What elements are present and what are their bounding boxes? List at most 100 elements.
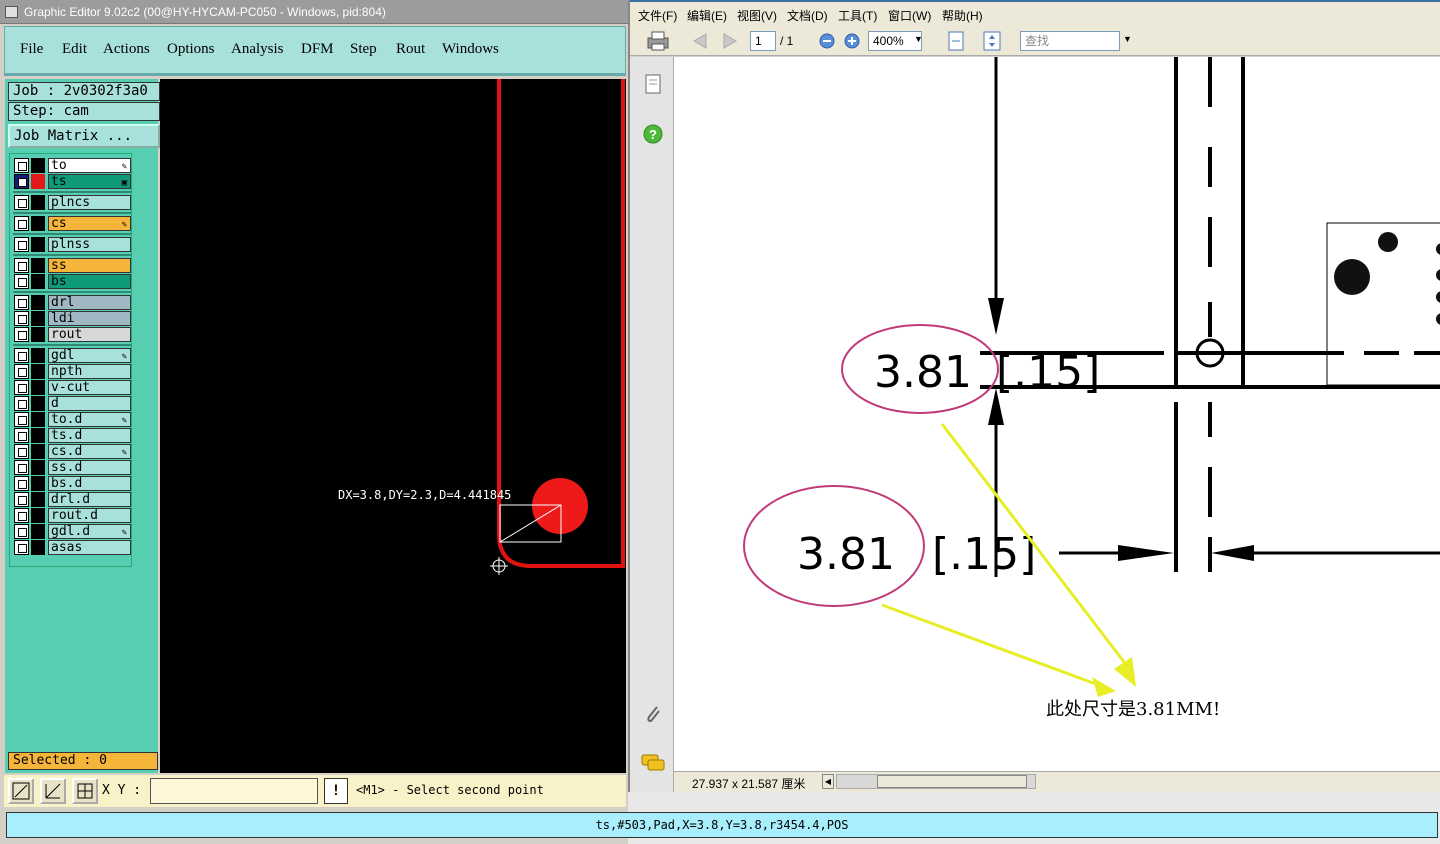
menu-options[interactable]: Options (167, 41, 215, 58)
xy-input[interactable] (150, 778, 318, 804)
pdf-menu-window[interactable]: 窗口(W) (888, 7, 931, 24)
layer-name[interactable]: npth (48, 364, 131, 379)
layer-name[interactable]: to ✎ (48, 158, 131, 173)
pages-icon[interactable] (644, 73, 662, 95)
layer-checkbox[interactable] (14, 274, 29, 289)
pdf-page-view[interactable]: 3.81 [.15] 3.81 [.15] 此处尺寸是3.81MM! (674, 57, 1440, 771)
layer-name[interactable]: cs ✎ (48, 216, 131, 231)
layer-name[interactable]: drl (48, 295, 131, 310)
layer-checkbox[interactable] (14, 195, 29, 210)
exclaim-button[interactable]: ! (324, 778, 348, 804)
layer-row-ts.d[interactable]: ts.d (13, 428, 131, 443)
job-matrix-button[interactable]: Job Matrix ... (8, 124, 160, 148)
layer-checkbox[interactable] (14, 380, 29, 395)
layer-name[interactable]: ldi (48, 311, 131, 326)
layer-checkbox[interactable] (14, 444, 29, 459)
layer-name[interactable]: d (48, 396, 131, 411)
layer-name[interactable]: cs.d ✎ (48, 444, 131, 459)
layer-checkbox[interactable] (14, 412, 29, 427)
scroll-left-icon[interactable]: ◀ (822, 774, 834, 789)
layer-name[interactable]: ts ▣ (48, 174, 131, 189)
layer-name[interactable]: to.d ✎ (48, 412, 131, 427)
grid-tool-button[interactable] (72, 778, 98, 804)
layer-name[interactable]: ts.d (48, 428, 131, 443)
layer-row-plncs[interactable]: plncs (13, 195, 131, 210)
layer-checkbox[interactable] (14, 396, 29, 411)
layer-checkbox[interactable] (14, 327, 29, 342)
layer-row-drl[interactable]: drl (13, 295, 131, 310)
layer-name[interactable]: plncs (48, 195, 131, 210)
layer-checkbox[interactable] (14, 508, 29, 523)
menu-actions[interactable]: Actions (103, 41, 150, 58)
layer-name[interactable]: ss.d (48, 460, 131, 475)
pdf-menu-tools[interactable]: 工具(T) (838, 7, 877, 24)
pdf-menu-file[interactable]: 文件(F) (638, 7, 677, 24)
layer-name[interactable]: ss (48, 258, 131, 273)
layer-checkbox[interactable] (14, 295, 29, 310)
layer-row-d[interactable]: d (13, 396, 131, 411)
layer-row-to.d[interactable]: to.d ✎ (13, 412, 131, 427)
layer-row-v-cut[interactable]: v-cut (13, 380, 131, 395)
layer-row-gdl.d[interactable]: gdl.d ✎ (13, 524, 131, 539)
layer-row-ss.d[interactable]: ss.d (13, 460, 131, 475)
layer-checkbox[interactable] (14, 492, 29, 507)
search-input[interactable]: 查找 (1020, 31, 1120, 51)
comments-icon[interactable] (640, 751, 666, 773)
menu-dfm[interactable]: DFM (301, 41, 334, 58)
layer-checkbox[interactable] (14, 476, 29, 491)
layer-name[interactable]: drl.d (48, 492, 131, 507)
layer-name[interactable]: bs (48, 274, 131, 289)
prev-page-icon[interactable] (688, 31, 710, 51)
zoom-out-icon[interactable] (818, 32, 836, 50)
layer-checkbox[interactable] (14, 460, 29, 475)
zoom-dropdown-icon[interactable]: ▼ (914, 34, 923, 44)
attachment-icon[interactable] (642, 701, 664, 725)
menu-rout[interactable]: Rout (396, 41, 425, 58)
pdf-menu-edit[interactable]: 编辑(E) (687, 7, 727, 24)
graphic-canvas[interactable]: DX=3.8,DY=2.3,D=4.441845 (160, 79, 626, 773)
menu-file[interactable]: File (20, 41, 43, 58)
snap-tool-button[interactable] (8, 778, 34, 804)
layer-row-bs.d[interactable]: bs.d (13, 476, 131, 491)
measure-tool-button[interactable] (40, 778, 66, 804)
layer-row-gdl[interactable]: gdl ✎ (13, 348, 131, 363)
layer-checkbox[interactable] (14, 364, 29, 379)
layer-name[interactable]: gdl ✎ (48, 348, 131, 363)
layer-row-cs[interactable]: cs ✎ (13, 216, 131, 231)
pdf-menu-document[interactable]: 文档(D) (787, 7, 828, 24)
menu-analysis[interactable]: Analysis (231, 41, 284, 58)
layer-row-npth[interactable]: npth (13, 364, 131, 379)
layer-row-drl.d[interactable]: drl.d (13, 492, 131, 507)
layer-name[interactable]: v-cut (48, 380, 131, 395)
layer-row-plnss[interactable]: plnss (13, 237, 131, 252)
menu-windows[interactable]: Windows (442, 41, 499, 58)
layer-row-ldi[interactable]: ldi (13, 311, 131, 326)
layer-row-to[interactable]: to ✎ (13, 158, 131, 173)
fit-page-icon[interactable] (946, 30, 966, 52)
layer-row-cs.d[interactable]: cs.d ✎ (13, 444, 131, 459)
menu-edit[interactable]: Edit (62, 41, 87, 58)
layer-checkbox[interactable] (14, 540, 29, 555)
fit-width-icon[interactable] (982, 30, 1002, 52)
layer-row-asas[interactable]: asas (13, 540, 131, 555)
zoom-in-icon[interactable] (843, 32, 861, 50)
pdf-menu-help[interactable]: 帮助(H) (942, 7, 983, 24)
layer-name[interactable]: rout.d (48, 508, 131, 523)
horizontal-scrollbar[interactable] (836, 774, 1036, 789)
pdf-menu-view[interactable]: 视图(V) (737, 7, 777, 24)
layer-checkbox[interactable] (14, 158, 29, 173)
page-number-input[interactable]: 1 (750, 31, 776, 51)
layer-row-ss[interactable]: ss (13, 258, 131, 273)
layer-row-ts[interactable]: ts ▣ (13, 174, 131, 189)
layer-checkbox[interactable] (14, 174, 29, 189)
print-icon[interactable] (646, 30, 670, 52)
next-page-icon[interactable] (720, 31, 742, 51)
search-dropdown-icon[interactable]: ▼ (1123, 34, 1132, 44)
layer-checkbox[interactable] (14, 311, 29, 326)
layer-name[interactable]: rout (48, 327, 131, 342)
layer-row-bs[interactable]: bs (13, 274, 131, 289)
layer-row-rout[interactable]: rout (13, 327, 131, 342)
help-icon[interactable]: ? (642, 123, 664, 145)
layer-name[interactable]: bs.d (48, 476, 131, 491)
layer-name[interactable]: asas (48, 540, 131, 555)
